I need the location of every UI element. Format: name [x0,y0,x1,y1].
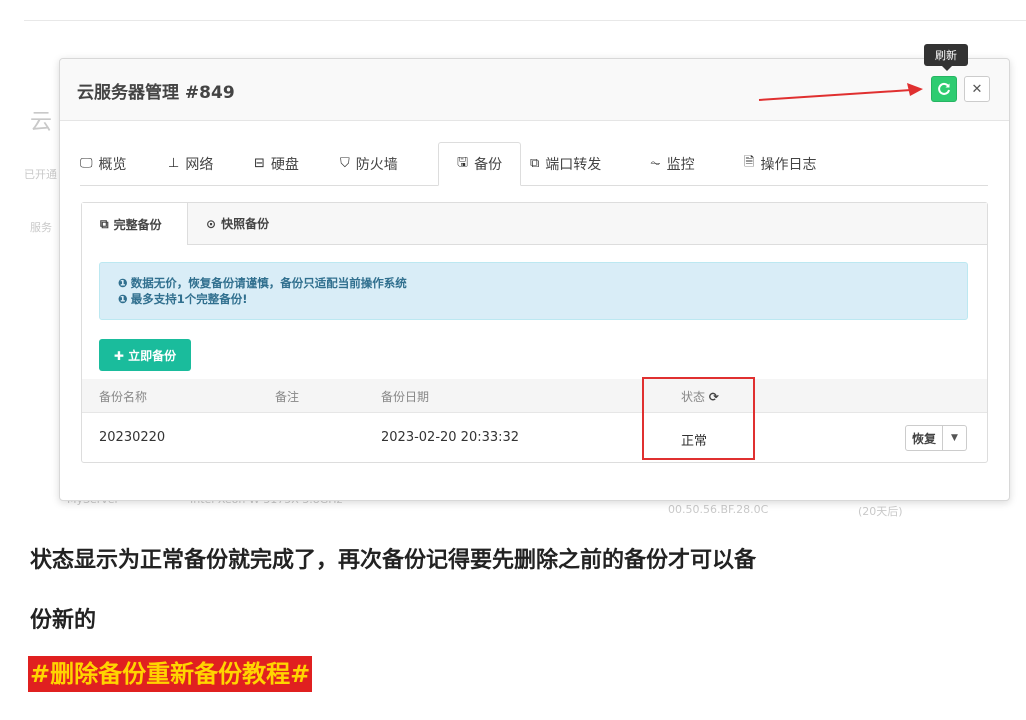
tab-pulse[interactable]: ⏦ 监控 [650,142,695,185]
tab-shield[interactable]: ⛉ 防火墙 [340,142,398,185]
header-note: 备注 [275,390,300,404]
subtab-snapshot-backup[interactable]: ⊙ 快照备份 [188,203,294,244]
subtab-label: 快照备份 [221,217,270,231]
cloud-server-modal: 云服务器管理 #849 ✕ 🖵 概览 ⊥ 网络 ⊟ 硬盘 ⛉ 防火墙 🖫 备份 ⧉ 端口转发 ⏦ 监控 🗎 操… [59,58,1010,501]
backup-now-button[interactable]: ✚ 立即备份 [99,339,191,371]
backup-date-cell: 2023-02-20 20:33:32 [381,430,520,445]
pulse-icon: ⏦ [650,156,661,171]
modal-tabs: 🖵 概览 ⊥ 网络 ⊟ 硬盘 ⛉ 防火墙 🖫 备份 ⧉ 端口转发 ⏦ 监控 🗎 操作日志 [80,142,988,186]
subtab-full-backup[interactable]: ⧉ 完整备份 [82,203,188,245]
tab-label: 监控 [666,156,695,173]
tab-sitemap[interactable]: ⊥ 网络 [168,142,213,185]
backup-panel: ⧉ 完整备份 ⊙ 快照备份 ❶ 数据无价，恢复备份请谨慎，备份只适配当前操作系统 … [81,202,988,463]
external-link-icon: ⧉ [530,156,540,171]
tab-save[interactable]: 🖫 备份 [438,142,522,186]
annotation-arrow [758,83,923,101]
shield-icon: ⛉ [340,156,350,171]
info-icon: ❶ [118,292,128,306]
tab-label: 防火墙 [355,156,398,173]
tab-label: 备份 [474,157,503,173]
tab-drive[interactable]: ⊟ 硬盘 [254,142,299,185]
backup-subtabs: ⧉ 完整备份 ⊙ 快照备份 [82,203,987,245]
info-alert: ❶ 数据无价，恢复备份请谨慎，备份只适配当前操作系统 ❶ 最多支持1个完整备份! [99,262,968,320]
tab-label: 操作日志 [760,156,817,173]
tab-monitor[interactable]: 🖵 概览 [80,142,127,185]
sitemap-icon: ⊥ [168,156,180,171]
close-icon: ✕ [971,81,983,97]
drive-icon: ⊟ [254,156,265,171]
top-divider [24,20,1026,21]
copy-icon: ⧉ [100,216,109,231]
restore-button[interactable]: 恢复 [905,425,944,451]
background-mac: 00.50.56.BF.28.0C [668,503,769,516]
header-backup-name: 备份名称 [99,390,148,404]
table-header: 备份名称 备注 备份日期 状态 ⟳ [82,379,987,413]
refresh-icon [938,82,950,95]
tutorial-link-highlight[interactable]: #删除备份重新备份教程# [28,656,313,692]
refresh-tooltip: 刷新 [924,44,968,71]
close-button[interactable]: ✕ [964,76,990,102]
tab-label: 概览 [98,156,127,173]
table-row: 20230220 2023-02-20 20:33:32 正常 恢复 ▼ [82,413,987,461]
background-server-fragment: 服务 [30,221,52,234]
save-icon: 🖫 [457,155,469,170]
subtab-label: 完整备份 [113,217,162,232]
tab-file[interactable]: 🗎 操作日志 [744,142,816,185]
info-icon: ❶ [118,276,128,290]
background-days: (20天后) [858,505,903,518]
article-line-2: 份新的 [30,608,97,633]
tab-label: 端口转发 [545,156,602,173]
caret-down-icon: ▼ [951,433,958,443]
restore-dropdown-toggle[interactable]: ▼ [943,425,968,451]
background-opened-fragment: 已开通 [24,168,57,181]
background-title-fragment: 云 [30,110,53,135]
tab-label: 硬盘 [270,156,299,173]
article-line-1: 状态显示为正常备份就完成了，再次备份记得要先删除之前的备份才可以备 [30,548,757,573]
modal-title: 云服务器管理 #849 [77,83,235,103]
tab-external-link[interactable]: ⧉ 端口转发 [530,142,601,185]
alert-line: 数据无价，恢复备份请谨慎，备份只适配当前操作系统 [130,276,407,290]
monitor-icon: 🖵 [80,156,93,171]
status-highlight-box [642,377,755,460]
file-icon: 🗎 [744,154,755,170]
alert-line: 最多支持1个完整备份! [130,292,248,306]
restore-button-group: 恢复 ▼ [905,425,968,451]
backup-name-cell: 20230220 [99,430,166,445]
clock-icon: ⊙ [206,216,217,231]
tab-label: 网络 [185,156,214,173]
header-backup-date: 备份日期 [381,390,430,404]
